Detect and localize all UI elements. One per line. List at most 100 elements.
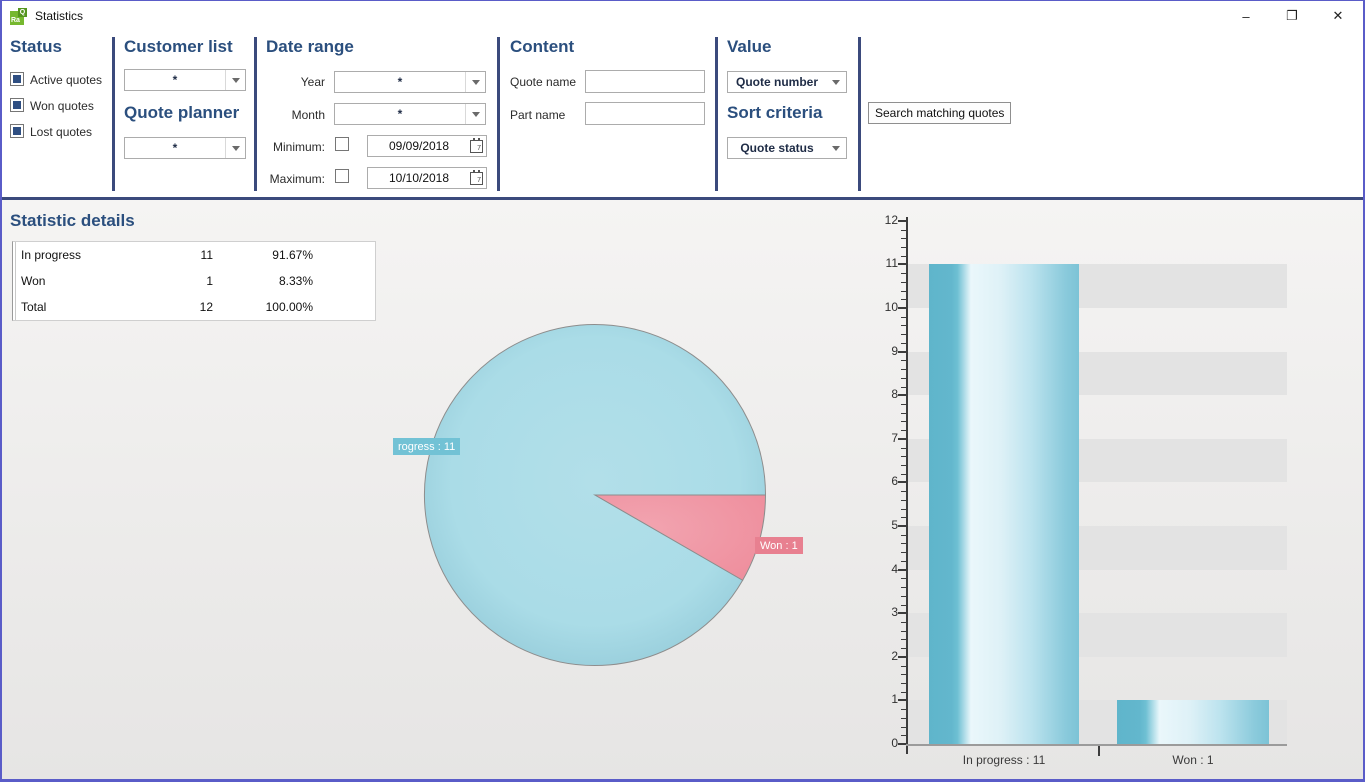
y-tick-minor <box>901 325 906 326</box>
search-matching-quotes-button[interactable]: Search matching quotes <box>868 102 1011 124</box>
y-tick-minor <box>901 369 906 370</box>
quote-planner-dropdown[interactable]: * <box>124 137 246 159</box>
minimize-button[interactable]: – <box>1223 1 1269 31</box>
x-category-label: Won : 1 <box>1117 753 1269 767</box>
y-tick-minor <box>901 456 906 457</box>
y-tick-label: 8 <box>864 387 898 401</box>
lost-quotes-checkbox[interactable] <box>10 124 24 138</box>
y-tick-minor <box>901 535 906 536</box>
table-row: Total 12 100.00% <box>13 294 375 320</box>
value-dropdown[interactable]: Quote number <box>727 71 847 93</box>
y-tick-minor <box>901 648 906 649</box>
divider <box>858 37 861 191</box>
y-tick-minor <box>901 596 906 597</box>
year-label: Year <box>267 75 325 89</box>
y-tick-major <box>898 220 906 222</box>
y-tick-major <box>898 263 906 265</box>
y-tick-major <box>898 743 906 745</box>
y-tick-minor <box>901 448 906 449</box>
x-category-label: In progress : 11 <box>929 753 1079 767</box>
part-name-label: Part name <box>510 108 565 122</box>
y-tick-minor <box>901 692 906 693</box>
sort-criteria-dropdown[interactable]: Quote status <box>727 137 847 159</box>
y-tick-label: 0 <box>864 736 898 750</box>
minimum-label: Minimum: <box>267 140 325 154</box>
calendar-icon[interactable]: 7 <box>470 172 483 185</box>
year-dropdown[interactable]: * <box>334 71 486 93</box>
value-section-title: Value <box>727 37 771 57</box>
filter-panel: Status Active quotes Won quotes Lost quo… <box>2 31 1363 197</box>
y-tick-minor <box>901 578 906 579</box>
y-tick-minor <box>901 404 906 405</box>
y-tick-minor <box>901 282 906 283</box>
close-button[interactable]: ✕ <box>1315 1 1361 31</box>
app-icon: Ra Q <box>10 8 27 25</box>
y-tick-minor <box>901 622 906 623</box>
calendar-icon[interactable]: 7 <box>470 140 483 153</box>
maximum-label: Maximum: <box>267 172 325 186</box>
won-quotes-label: Won quotes <box>30 99 94 113</box>
y-tick-minor <box>901 430 906 431</box>
y-tick-major <box>898 438 906 440</box>
active-quotes-label: Active quotes <box>30 73 102 87</box>
y-tick-minor <box>901 666 906 667</box>
y-tick-minor <box>901 587 906 588</box>
chevron-down-icon <box>465 72 485 92</box>
y-tick-minor <box>901 735 906 736</box>
y-tick-major <box>898 351 906 353</box>
quote-name-input[interactable] <box>585 70 705 93</box>
divider <box>715 37 718 191</box>
app-window: Ra Q Statistics – ❐ ✕ Status Active quot… <box>0 0 1365 782</box>
y-axis <box>906 217 908 754</box>
app-icon-q: Q <box>18 8 27 17</box>
y-tick-minor <box>901 465 906 466</box>
y-tick-minor <box>901 413 906 414</box>
part-name-input[interactable] <box>585 102 705 125</box>
quote-name-label: Quote name <box>510 75 576 89</box>
maximize-button[interactable]: ❐ <box>1269 1 1315 31</box>
check-mark <box>13 101 21 109</box>
y-tick-major <box>898 525 906 527</box>
maximum-date-picker[interactable]: 10/10/2018 7 <box>367 167 487 189</box>
minimum-date-picker[interactable]: 09/09/2018 7 <box>367 135 487 157</box>
y-tick-major <box>898 656 906 658</box>
y-tick-major <box>898 612 906 614</box>
y-tick-minor <box>901 639 906 640</box>
y-tick-minor <box>901 631 906 632</box>
month-dropdown[interactable]: * <box>334 103 486 125</box>
x-category-tick <box>1098 746 1100 756</box>
quote-planner-section-title: Quote planner <box>124 103 239 123</box>
y-tick-minor <box>901 334 906 335</box>
active-quotes-checkbox[interactable] <box>10 72 24 86</box>
maximum-date-checkbox[interactable] <box>335 169 349 183</box>
minimum-date-checkbox[interactable] <box>335 137 349 151</box>
bar-won-1 <box>1117 700 1269 744</box>
y-tick-minor <box>901 230 906 231</box>
y-tick-label: 6 <box>864 474 898 488</box>
customer-list-dropdown[interactable]: * <box>124 69 246 91</box>
y-tick-major <box>898 569 906 571</box>
y-tick-label: 12 <box>864 213 898 227</box>
table-row: Won 1 8.33% <box>13 268 375 294</box>
chevron-down-icon <box>225 138 245 158</box>
y-tick-label: 1 <box>864 692 898 706</box>
statistics-table: In progress 11 91.67% Won 1 8.33% Total … <box>12 241 376 321</box>
y-tick-label: 7 <box>864 431 898 445</box>
table-row: In progress 11 91.67% <box>13 242 375 268</box>
pie-chart <box>423 323 767 667</box>
date-range-section-title: Date range <box>266 37 354 57</box>
y-tick-major <box>898 699 906 701</box>
title-bar[interactable]: Ra Q Statistics – ❐ ✕ <box>2 1 1363 31</box>
won-quotes-checkbox[interactable] <box>10 98 24 112</box>
y-tick-minor <box>901 709 906 710</box>
y-tick-major <box>898 481 906 483</box>
y-tick-label: 4 <box>864 562 898 576</box>
bar-in-progress-11 <box>929 264 1079 744</box>
content-section-title: Content <box>510 37 574 57</box>
y-tick-label: 2 <box>864 649 898 663</box>
y-tick-minor <box>901 273 906 274</box>
y-tick-major <box>898 307 906 309</box>
y-tick-major <box>898 394 906 396</box>
chevron-down-icon <box>826 72 846 92</box>
status-section-title: Status <box>10 37 62 57</box>
